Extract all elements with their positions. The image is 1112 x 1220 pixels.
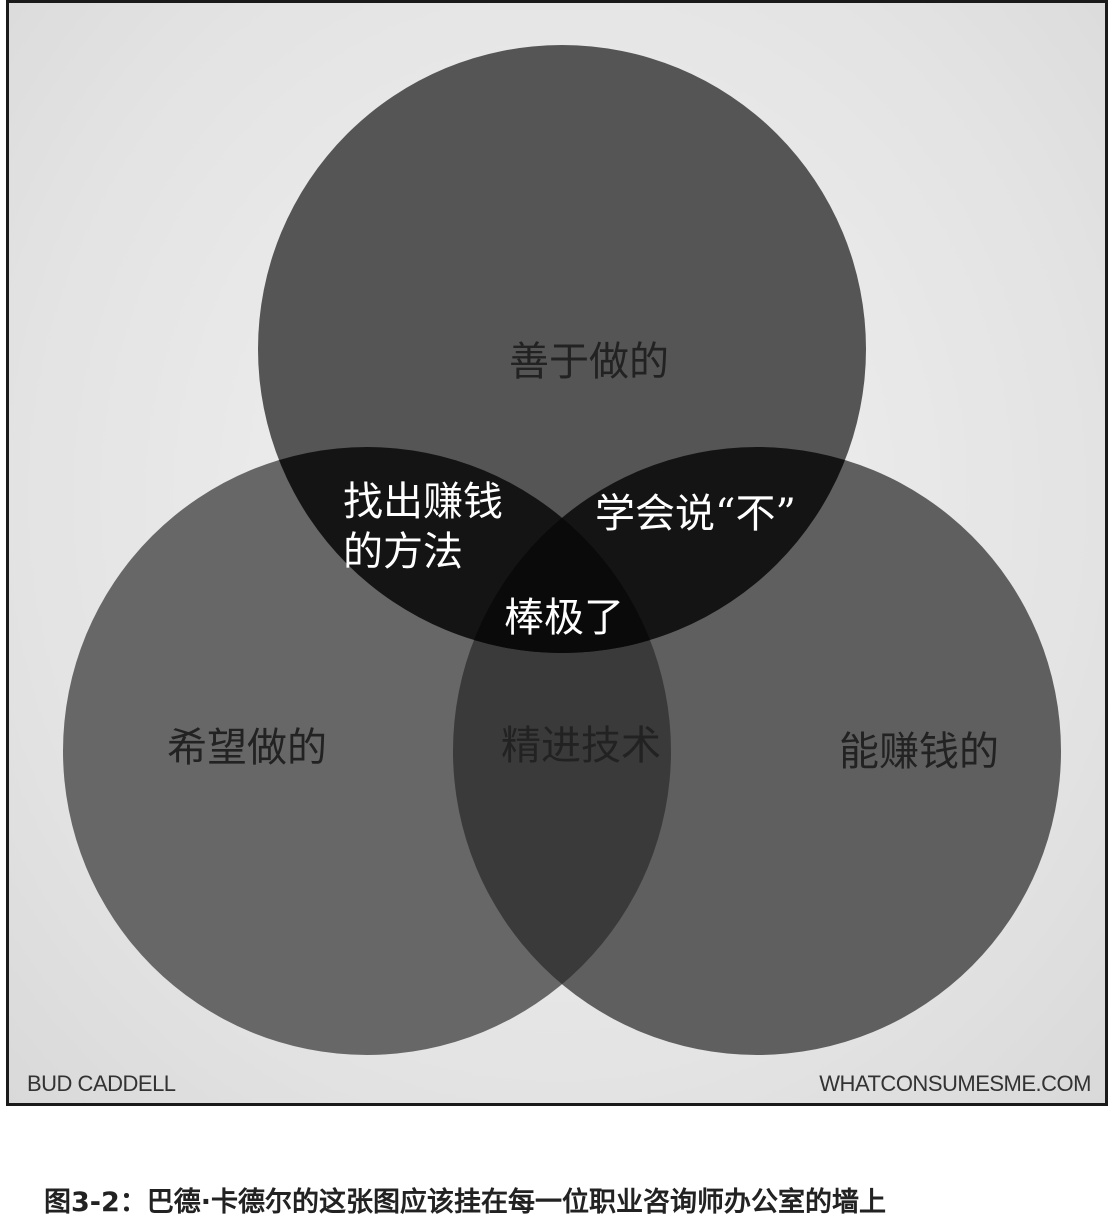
label-find-way-line1: 找出赚钱 <box>343 479 503 525</box>
label-learn-no: 学会说“不” <box>595 491 796 537</box>
label-good-at: 善于做的 <box>509 339 669 385</box>
website-credit: WHATCONSUMESME.COM <box>819 1071 1091 1096</box>
label-improve: 精进技术 <box>501 723 661 769</box>
label-find-way-line2: 的方法 <box>343 529 463 575</box>
author-credit: BUD CADDELL <box>27 1071 176 1096</box>
label-sweet-spot: 棒极了 <box>504 595 624 641</box>
label-want-to: 希望做的 <box>167 725 327 771</box>
figure-frame: 善于做的 希望做的 能赚钱的 找出赚钱 的方法 学会说“不” 棒极了 精进技术 … <box>6 0 1108 1106</box>
figure-caption: 图3-2：巴德·卡德尔的这张图应该挂在每一位职业咨询师办公室的墙上 <box>44 1187 887 1218</box>
venn-diagram: 善于做的 希望做的 能赚钱的 找出赚钱 的方法 学会说“不” 棒极了 精进技术 <box>63 45 1061 1055</box>
label-paid-for: 能赚钱的 <box>839 729 999 775</box>
